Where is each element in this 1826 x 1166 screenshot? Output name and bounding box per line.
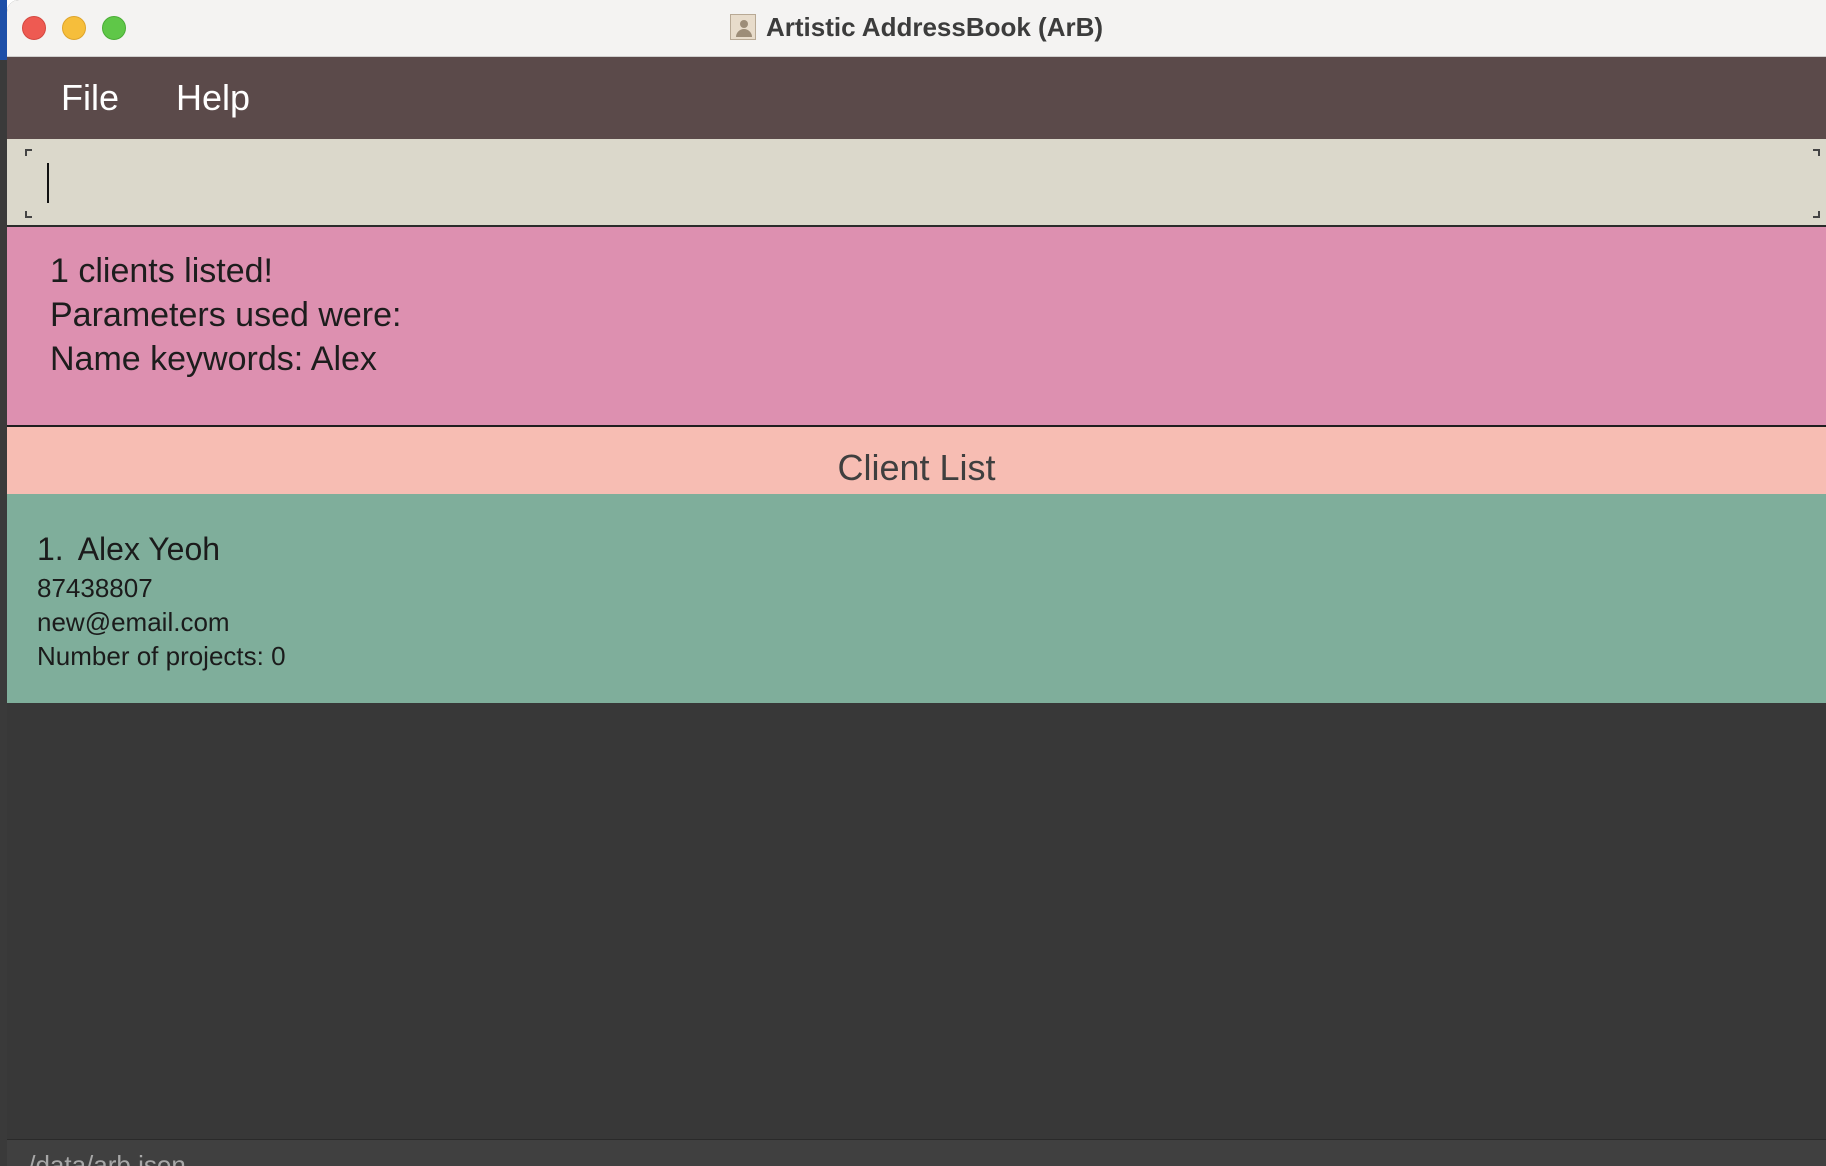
client-project-count: Number of projects: 0	[37, 641, 286, 671]
addressbook-icon	[729, 14, 756, 40]
client-email: new@email.com	[37, 607, 230, 637]
client-card[interactable]: 1. Alex Yeoh 87438807 new@email.com Numbe…	[7, 494, 1826, 703]
client-index: 1.	[37, 531, 64, 567]
save-location-path: ./data/arb.json	[21, 1150, 186, 1166]
app-window: Artistic AddressBook (ArB) File Help 1 c…	[7, 0, 1826, 1166]
desktop-edge-accent	[0, 0, 7, 60]
result-line-summary: 1 clients listed!	[50, 252, 273, 290]
window-title: Artistic AddressBook (ArB)	[765, 11, 1104, 42]
client-list-title: Client List	[837, 447, 996, 488]
command-input[interactable]	[25, 147, 1817, 217]
client-list-header: Client List	[7, 427, 1826, 494]
result-display: 1 clients listed! Parameters used were: …	[7, 227, 1826, 427]
status-bar: ./data/arb.json	[7, 1139, 1826, 1166]
client-name-row: 1. Alex Yeoh	[37, 529, 1826, 569]
command-box	[7, 139, 1826, 227]
text-caret	[47, 163, 49, 203]
menu-bar: File Help	[7, 57, 1826, 139]
client-phone: 87438807	[37, 573, 153, 603]
client-name: Alex Yeoh	[77, 531, 221, 567]
desktop-edge	[0, 0, 7, 1166]
result-line-keywords: Name keywords: Alex	[50, 340, 377, 378]
result-line-parameters: Parameters used were:	[50, 296, 402, 334]
title-bar: Artistic AddressBook (ArB)	[7, 0, 1826, 57]
window-title-group: Artistic AddressBook (ArB)	[7, 0, 1826, 56]
menu-file[interactable]: File	[61, 57, 119, 139]
menu-help[interactable]: Help	[176, 57, 250, 139]
